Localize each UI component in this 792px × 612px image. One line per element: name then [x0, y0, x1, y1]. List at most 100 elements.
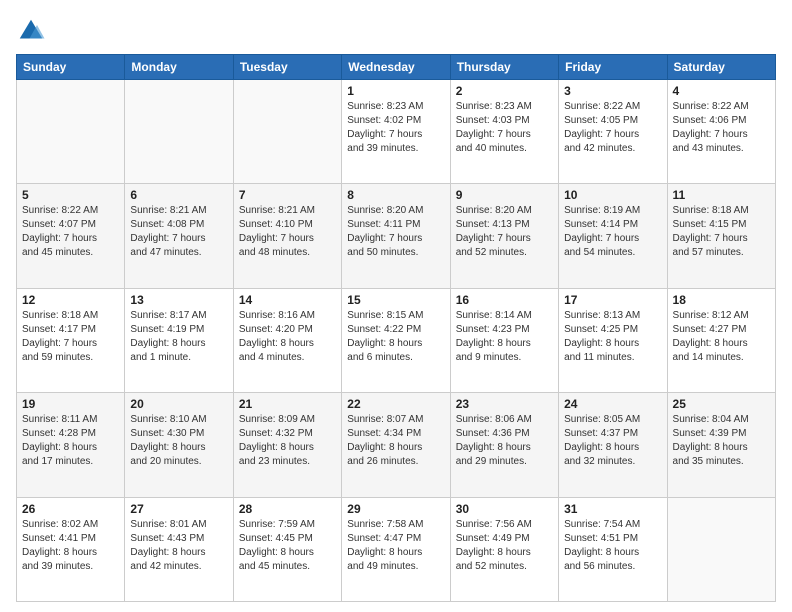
- day-number: 5: [22, 188, 119, 202]
- day-number: 27: [130, 502, 227, 516]
- calendar-cell: 1 Sunrise: 8:23 AM Sunset: 4:02 PM Daylig…: [342, 80, 450, 184]
- calendar-cell: [17, 80, 125, 184]
- day-number: 11: [673, 188, 770, 202]
- day-number: 21: [239, 397, 336, 411]
- week-row-1: 1 Sunrise: 8:23 AM Sunset: 4:02 PM Daylig…: [17, 80, 776, 184]
- day-info: Sunrise: 8:22 AM Sunset: 4:05 PM Dayligh…: [564, 100, 661, 156]
- calendar-cell: [125, 80, 233, 184]
- calendar-cell: 31 Sunrise: 7:54 AM Sunset: 4:51 PM Dayli…: [559, 497, 667, 601]
- day-number: 26: [22, 502, 119, 516]
- calendar-cell: 30 Sunrise: 7:56 AM Sunset: 4:49 PM Dayli…: [450, 497, 558, 601]
- header-cell-sunday: Sunday: [17, 55, 125, 80]
- header-cell-thursday: Thursday: [450, 55, 558, 80]
- calendar-cell: 7 Sunrise: 8:21 AM Sunset: 4:10 PM Daylig…: [233, 184, 341, 288]
- week-row-3: 12 Sunrise: 8:18 AM Sunset: 4:17 PM Dayli…: [17, 288, 776, 392]
- day-info: Sunrise: 8:20 AM Sunset: 4:13 PM Dayligh…: [456, 204, 553, 260]
- calendar-cell: [667, 497, 775, 601]
- day-number: 30: [456, 502, 553, 516]
- calendar-cell: 20 Sunrise: 8:10 AM Sunset: 4:30 PM Dayli…: [125, 393, 233, 497]
- day-number: 7: [239, 188, 336, 202]
- calendar-cell: 27 Sunrise: 8:01 AM Sunset: 4:43 PM Dayli…: [125, 497, 233, 601]
- day-number: 8: [347, 188, 444, 202]
- calendar-cell: 11 Sunrise: 8:18 AM Sunset: 4:15 PM Dayli…: [667, 184, 775, 288]
- day-info: Sunrise: 7:59 AM Sunset: 4:45 PM Dayligh…: [239, 518, 336, 574]
- day-number: 31: [564, 502, 661, 516]
- calendar-cell: 12 Sunrise: 8:18 AM Sunset: 4:17 PM Dayli…: [17, 288, 125, 392]
- calendar-cell: 6 Sunrise: 8:21 AM Sunset: 4:08 PM Daylig…: [125, 184, 233, 288]
- calendar-cell: 25Sunrise: 8:04 AM Sunset: 4:39 PM Dayli…: [667, 393, 775, 497]
- day-number: 10: [564, 188, 661, 202]
- calendar-cell: 22 Sunrise: 8:07 AM Sunset: 4:34 PM Dayli…: [342, 393, 450, 497]
- day-number: 23: [456, 397, 553, 411]
- calendar-cell: 21 Sunrise: 8:09 AM Sunset: 4:32 PM Dayli…: [233, 393, 341, 497]
- day-info: Sunrise: 8:20 AM Sunset: 4:11 PM Dayligh…: [347, 204, 444, 260]
- calendar-cell: 8 Sunrise: 8:20 AM Sunset: 4:11 PM Daylig…: [342, 184, 450, 288]
- day-number: 19: [22, 397, 119, 411]
- day-info: Sunrise: 8:16 AM Sunset: 4:20 PM Dayligh…: [239, 309, 336, 365]
- day-number: 15: [347, 293, 444, 307]
- day-info: Sunrise: 8:18 AM Sunset: 4:15 PM Dayligh…: [673, 204, 770, 260]
- calendar-cell: 2Sunrise: 8:23 AM Sunset: 4:03 PM Daylig…: [450, 80, 558, 184]
- calendar-cell: 24Sunrise: 8:05 AM Sunset: 4:37 PM Dayli…: [559, 393, 667, 497]
- day-number: 6: [130, 188, 227, 202]
- week-row-2: 5 Sunrise: 8:22 AM Sunset: 4:07 PM Daylig…: [17, 184, 776, 288]
- day-number: 17: [564, 293, 661, 307]
- header-cell-monday: Monday: [125, 55, 233, 80]
- day-number: 25: [673, 397, 770, 411]
- day-info: Sunrise: 8:07 AM Sunset: 4:34 PM Dayligh…: [347, 413, 444, 469]
- calendar-cell: 17 Sunrise: 8:13 AM Sunset: 4:25 PM Dayli…: [559, 288, 667, 392]
- header-row: SundayMondayTuesdayWednesdayThursdayFrid…: [17, 55, 776, 80]
- day-info: Sunrise: 7:58 AM Sunset: 4:47 PM Dayligh…: [347, 518, 444, 574]
- day-info: Sunrise: 8:18 AM Sunset: 4:17 PM Dayligh…: [22, 309, 119, 365]
- calendar-cell: 3Sunrise: 8:22 AM Sunset: 4:05 PM Daylig…: [559, 80, 667, 184]
- day-number: 20: [130, 397, 227, 411]
- day-info: Sunrise: 8:11 AM Sunset: 4:28 PM Dayligh…: [22, 413, 119, 469]
- day-info: Sunrise: 8:22 AM Sunset: 4:07 PM Dayligh…: [22, 204, 119, 260]
- header: [16, 16, 776, 46]
- day-info: Sunrise: 8:21 AM Sunset: 4:08 PM Dayligh…: [130, 204, 227, 260]
- calendar-cell: 28 Sunrise: 7:59 AM Sunset: 4:45 PM Dayli…: [233, 497, 341, 601]
- day-number: 9: [456, 188, 553, 202]
- day-info: Sunrise: 8:15 AM Sunset: 4:22 PM Dayligh…: [347, 309, 444, 365]
- calendar-cell: 4 Sunrise: 8:22 AM Sunset: 4:06 PM Daylig…: [667, 80, 775, 184]
- day-number: 29: [347, 502, 444, 516]
- day-number: 12: [22, 293, 119, 307]
- day-info: Sunrise: 8:23 AM Sunset: 4:02 PM Dayligh…: [347, 100, 444, 156]
- day-info: Sunrise: 8:06 AM Sunset: 4:36 PM Dayligh…: [456, 413, 553, 469]
- calendar-cell: 16 Sunrise: 8:14 AM Sunset: 4:23 PM Dayli…: [450, 288, 558, 392]
- day-info: Sunrise: 8:01 AM Sunset: 4:43 PM Dayligh…: [130, 518, 227, 574]
- day-info: Sunrise: 8:17 AM Sunset: 4:19 PM Dayligh…: [130, 309, 227, 365]
- calendar: SundayMondayTuesdayWednesdayThursdayFrid…: [16, 54, 776, 602]
- calendar-cell: 19 Sunrise: 8:11 AM Sunset: 4:28 PM Dayli…: [17, 393, 125, 497]
- day-info: Sunrise: 8:12 AM Sunset: 4:27 PM Dayligh…: [673, 309, 770, 365]
- day-info: Sunrise: 8:10 AM Sunset: 4:30 PM Dayligh…: [130, 413, 227, 469]
- day-number: 22: [347, 397, 444, 411]
- week-row-4: 19 Sunrise: 8:11 AM Sunset: 4:28 PM Dayli…: [17, 393, 776, 497]
- page: SundayMondayTuesdayWednesdayThursdayFrid…: [0, 0, 792, 612]
- calendar-cell: 18Sunrise: 8:12 AM Sunset: 4:27 PM Dayli…: [667, 288, 775, 392]
- day-number: 16: [456, 293, 553, 307]
- day-info: Sunrise: 8:13 AM Sunset: 4:25 PM Dayligh…: [564, 309, 661, 365]
- header-cell-saturday: Saturday: [667, 55, 775, 80]
- day-info: Sunrise: 8:21 AM Sunset: 4:10 PM Dayligh…: [239, 204, 336, 260]
- day-info: Sunrise: 8:09 AM Sunset: 4:32 PM Dayligh…: [239, 413, 336, 469]
- day-info: Sunrise: 7:56 AM Sunset: 4:49 PM Dayligh…: [456, 518, 553, 574]
- week-row-5: 26Sunrise: 8:02 AM Sunset: 4:41 PM Dayli…: [17, 497, 776, 601]
- header-cell-friday: Friday: [559, 55, 667, 80]
- day-info: Sunrise: 8:22 AM Sunset: 4:06 PM Dayligh…: [673, 100, 770, 156]
- calendar-cell: 15 Sunrise: 8:15 AM Sunset: 4:22 PM Dayli…: [342, 288, 450, 392]
- calendar-cell: 26Sunrise: 8:02 AM Sunset: 4:41 PM Dayli…: [17, 497, 125, 601]
- header-cell-tuesday: Tuesday: [233, 55, 341, 80]
- calendar-cell: 14Sunrise: 8:16 AM Sunset: 4:20 PM Dayli…: [233, 288, 341, 392]
- day-info: Sunrise: 8:14 AM Sunset: 4:23 PM Dayligh…: [456, 309, 553, 365]
- calendar-cell: 9 Sunrise: 8:20 AM Sunset: 4:13 PM Daylig…: [450, 184, 558, 288]
- calendar-cell: 23 Sunrise: 8:06 AM Sunset: 4:36 PM Dayli…: [450, 393, 558, 497]
- day-info: Sunrise: 7:54 AM Sunset: 4:51 PM Dayligh…: [564, 518, 661, 574]
- day-info: Sunrise: 8:23 AM Sunset: 4:03 PM Dayligh…: [456, 100, 553, 156]
- calendar-cell: 10Sunrise: 8:19 AM Sunset: 4:14 PM Dayli…: [559, 184, 667, 288]
- calendar-cell: 5 Sunrise: 8:22 AM Sunset: 4:07 PM Daylig…: [17, 184, 125, 288]
- day-number: 1: [347, 84, 444, 98]
- day-number: 28: [239, 502, 336, 516]
- header-cell-wednesday: Wednesday: [342, 55, 450, 80]
- day-number: 4: [673, 84, 770, 98]
